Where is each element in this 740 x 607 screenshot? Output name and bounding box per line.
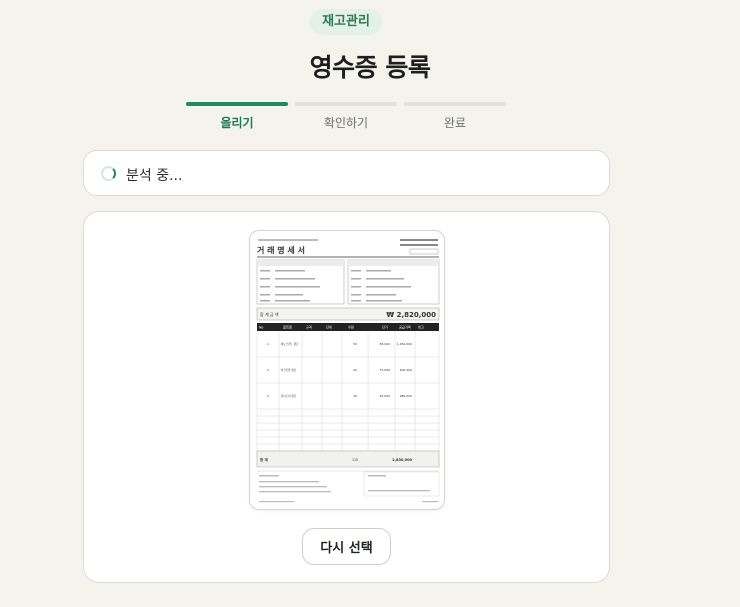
receipt-row-qty: 30 <box>353 394 357 398</box>
receipt-row-amount: 500,000 <box>400 368 412 372</box>
step-upload-bar <box>186 102 288 106</box>
step-confirm-label: 확인하기 <box>323 116 369 130</box>
step-done: 완료 <box>404 102 506 131</box>
receipt-thumbnail: 거 래 명 세 서 합 계 금 액 ₩ 2,820,000 No 품목명 규격 … <box>256 239 440 503</box>
receipt-total-amount: ₩ 2,820,000 <box>386 311 436 319</box>
receipt-col-qty: 수량 <box>348 325 354 330</box>
receipt-col-no: No <box>259 326 263 330</box>
loading-spinner-icon <box>101 166 116 181</box>
receipt-col-amount: 공급가액 <box>399 325 411 330</box>
analysis-status-text: 분석 중... <box>126 168 183 184</box>
receipt-row-qty: 50 <box>353 342 357 346</box>
upload-preview-card: 거 래 명 세 서 합 계 금 액 ₩ 2,820,000 No 품목명 규격 … <box>83 211 610 583</box>
receipt-row-no: 3 <box>267 394 269 398</box>
step-upload-label: 올리기 <box>220 116 254 130</box>
receipt-row-price: 58,000 <box>380 342 391 346</box>
receipt-row-amount: 980,000 <box>400 394 412 398</box>
receipt-row-item: 울니트쳐 원단 <box>281 394 297 398</box>
receipt-image-preview: 거 래 명 세 서 합 계 금 액 ₩ 2,820,000 No 품목명 규격 … <box>249 230 445 510</box>
receipt-row-item: 실크혼방 원단 <box>281 368 297 372</box>
step-done-label: 완료 <box>443 116 467 130</box>
receipt-col-price: 단가 <box>382 325 388 330</box>
receipt-col-item: 품목명 <box>283 325 292 330</box>
receipt-row-no: 1 <box>267 342 269 346</box>
receipt-row-amount: 1,450,000 <box>397 342 412 346</box>
receipt-col-unit: 단위 <box>326 325 332 330</box>
receipt-col-spec: 규격 <box>306 325 312 330</box>
receipt-total-label: 합 계 금 액 <box>260 311 279 317</box>
progress-steps: 올리기 확인하기 완료 <box>186 102 506 130</box>
step-confirm: 확인하기 <box>295 102 397 131</box>
receipt-sum-amount: 2,830,000 <box>392 458 412 462</box>
analysis-status-card: 분석 중... <box>83 150 610 196</box>
receipt-col-note: 비고 <box>418 325 424 330</box>
receipt-row-price: 75,000 <box>380 368 391 372</box>
receipt-row-price: 35,000 <box>380 394 391 398</box>
receipt-row-no: 2 <box>267 368 269 372</box>
step-done-bar <box>404 102 506 106</box>
step-upload: 올리기 <box>186 102 288 131</box>
receipt-sum-label: 합 계 <box>260 457 268 462</box>
receipt-row-item: 예도브랜드 원단 <box>281 342 299 346</box>
receipt-sum-qty: 110 <box>352 458 358 462</box>
page-title: 영수증 등록 <box>309 53 431 82</box>
receipt-title: 거 래 명 세 서 <box>257 245 305 255</box>
step-confirm-bar <box>295 102 397 106</box>
category-badge: 재고관리 <box>310 9 382 35</box>
reselect-button[interactable]: 다시 선택 <box>302 528 391 565</box>
receipt-row-qty: 20 <box>353 368 357 372</box>
